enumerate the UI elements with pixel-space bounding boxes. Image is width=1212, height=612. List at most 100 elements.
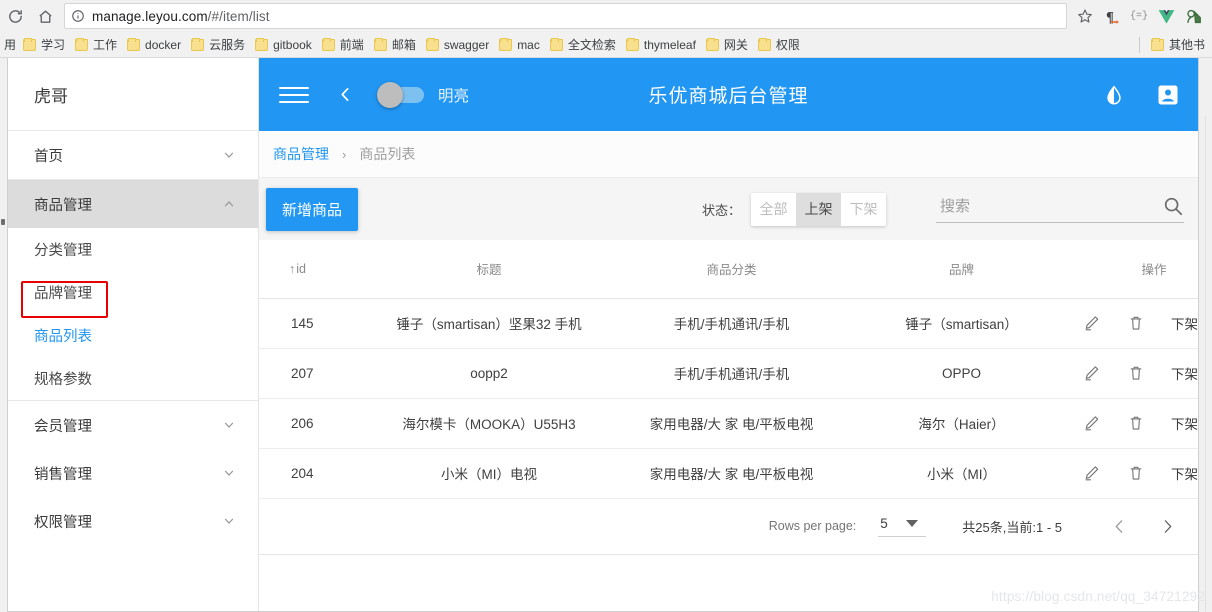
column-header-title[interactable]: 标题	[369, 240, 609, 298]
toggle-shelf-button[interactable]: 下架	[1171, 313, 1198, 333]
sidebar-group-member-management[interactable]: 会员管理	[8, 401, 258, 449]
folder-icon	[23, 39, 36, 51]
toggle-shelf-button[interactable]: 下架	[1171, 413, 1198, 433]
cell-title: oopp2	[369, 348, 609, 398]
bookmark-item[interactable]: gitbook	[250, 34, 317, 56]
bookmark-item[interactable]: docker	[122, 34, 186, 56]
breadcrumb-parent[interactable]: 商品管理	[273, 144, 329, 164]
delete-trash-icon[interactable]	[1127, 464, 1145, 482]
sidebar-item-spec-params[interactable]: 规格参数	[8, 357, 258, 400]
sidebar-group-home[interactable]: 首页	[8, 131, 258, 179]
toggle-shelf-button[interactable]: 下架	[1171, 363, 1198, 383]
sidebar-group-label: 商品管理	[34, 194, 222, 215]
bookmark-item[interactable]: mac	[494, 34, 545, 56]
hamburger-menu-icon[interactable]	[279, 84, 309, 106]
edit-pencil-icon[interactable]	[1083, 414, 1101, 432]
chevron-right-icon[interactable]	[1154, 513, 1180, 539]
table-row[interactable]: 207 oopp2 手机/手机通讯/手机 OPPO	[259, 348, 1198, 398]
cell-category: 手机/手机通讯/手机	[609, 298, 854, 348]
edit-pencil-icon[interactable]	[1083, 314, 1101, 332]
home-icon[interactable]	[32, 3, 58, 29]
breadcrumb-current: 商品列表	[359, 144, 415, 164]
chevron-left-icon[interactable]	[1106, 513, 1132, 539]
add-product-button[interactable]: 新增商品	[266, 188, 358, 231]
window-scroll-gutter[interactable]	[1205, 116, 1212, 612]
cell-brand: OPPO	[854, 348, 1069, 398]
bookmark-star-icon[interactable]	[1072, 3, 1098, 29]
column-header-brand[interactable]: 品牌	[854, 240, 1069, 298]
column-header-id[interactable]: ↑id	[259, 240, 369, 298]
folder-icon	[706, 39, 719, 51]
toggle-shelf-button[interactable]: 下架	[1171, 463, 1198, 483]
cell-operations: 下架	[1069, 448, 1198, 498]
chevron-down-icon	[222, 466, 236, 480]
bookmark-item[interactable]: 网关	[701, 34, 753, 56]
sidebar-brand: 虎哥	[8, 58, 258, 131]
contrast-droplet-icon[interactable]	[1100, 81, 1128, 109]
status-option-off-shelf[interactable]: 下架	[841, 193, 886, 226]
search-magnifier-icon[interactable]	[1162, 195, 1184, 217]
theme-toggle-switch[interactable]	[379, 87, 424, 103]
cell-brand: 小米（MI）	[854, 448, 1069, 498]
table-row[interactable]: 145 锤子（smartisan）坚果32 手机 手机/手机通讯/手机 锤子（s…	[259, 298, 1198, 348]
back-chevron-icon[interactable]	[329, 80, 361, 110]
delete-trash-icon[interactable]	[1127, 364, 1145, 382]
bookmark-item[interactable]: thymeleaf	[621, 34, 701, 56]
sidebar-group-permission-management[interactable]: 权限管理	[8, 497, 258, 545]
vue-devtools-icon[interactable]	[1153, 3, 1179, 29]
column-header-category[interactable]: 商品分类	[609, 240, 854, 298]
table-row[interactable]: 206 海尔模卡（MOOKA）U55H3 家用电器/大 家 电/平板电视 海尔（…	[259, 398, 1198, 448]
sidebar-item-brand-management[interactable]: 品牌管理	[8, 271, 258, 314]
folder-icon	[374, 39, 387, 51]
folder-icon	[758, 39, 771, 51]
rows-per-page-select[interactable]: 5	[878, 516, 926, 537]
folder-icon	[626, 39, 639, 51]
chevron-down-icon	[222, 148, 236, 162]
bookmark-item[interactable]: 邮箱	[369, 34, 421, 56]
sidebar-group-product-management[interactable]: 商品管理	[8, 180, 258, 228]
capture-extension-icon[interactable]	[1180, 3, 1206, 29]
sidebar-group-label: 首页	[34, 145, 222, 166]
status-option-on-shelf[interactable]: 上架	[796, 193, 841, 226]
pilcrow-extension-icon[interactable]: ¶	[1099, 3, 1125, 29]
braces-extension-icon[interactable]: {=}	[1126, 3, 1152, 29]
table-row[interactable]: 204 小米（MI）电视 家用电器/大 家 电/平板电视 小米（MI）	[259, 448, 1198, 498]
chevron-down-icon	[906, 520, 918, 527]
folder-icon	[426, 39, 439, 51]
status-option-all[interactable]: 全部	[751, 193, 796, 226]
search-input[interactable]	[936, 198, 1162, 217]
search-field	[936, 195, 1184, 223]
cell-id: 206	[259, 398, 369, 448]
edit-pencil-icon[interactable]	[1083, 464, 1101, 482]
cell-id: 145	[259, 298, 369, 348]
account-person-icon[interactable]	[1154, 81, 1182, 109]
bookmark-clipped-left[interactable]: 用	[2, 36, 18, 53]
cell-category: 家用电器/大 家 电/平板电视	[609, 398, 854, 448]
sidebar-item-product-list[interactable]: 商品列表	[8, 314, 258, 357]
bookmark-item[interactable]: 云服务	[186, 34, 250, 56]
sidebar-group-sales-management[interactable]: 销售管理	[8, 449, 258, 497]
column-header-operations: 操作	[1069, 240, 1198, 298]
list-toolbar: 新增商品 状态： 全部 上架 下架	[259, 178, 1198, 240]
bookmark-item[interactable]: swagger	[421, 34, 494, 56]
table-header-row: ↑id 标题 商品分类 品牌 操作	[259, 240, 1198, 298]
bookmark-item[interactable]: 学习	[18, 34, 70, 56]
sidebar-group-label: 销售管理	[34, 463, 222, 484]
chevron-down-icon	[222, 514, 236, 528]
reload-icon[interactable]	[2, 3, 28, 29]
bookmark-item[interactable]: 权限	[753, 34, 805, 56]
theme-toggle-label: 明亮	[438, 84, 469, 106]
bookmark-item[interactable]: 前端	[317, 34, 369, 56]
other-bookmarks-button[interactable]: 其他书	[1146, 34, 1210, 56]
site-info-icon[interactable]	[71, 9, 85, 23]
delete-trash-icon[interactable]	[1127, 414, 1145, 432]
sidebar-item-category-management[interactable]: 分类管理	[8, 228, 258, 271]
header-actions	[1100, 81, 1182, 109]
address-bar[interactable]: manage.leyou.com/#/item/list	[64, 3, 1067, 29]
product-table-area: ↑id 标题 商品分类 品牌 操作 145 锤子（smartisan）坚果32 …	[259, 240, 1198, 611]
rows-per-page-value: 5	[880, 516, 888, 531]
bookmark-item[interactable]: 工作	[70, 34, 122, 56]
edit-pencil-icon[interactable]	[1083, 364, 1101, 382]
bookmark-item[interactable]: 全文检索	[545, 34, 621, 56]
delete-trash-icon[interactable]	[1127, 314, 1145, 332]
